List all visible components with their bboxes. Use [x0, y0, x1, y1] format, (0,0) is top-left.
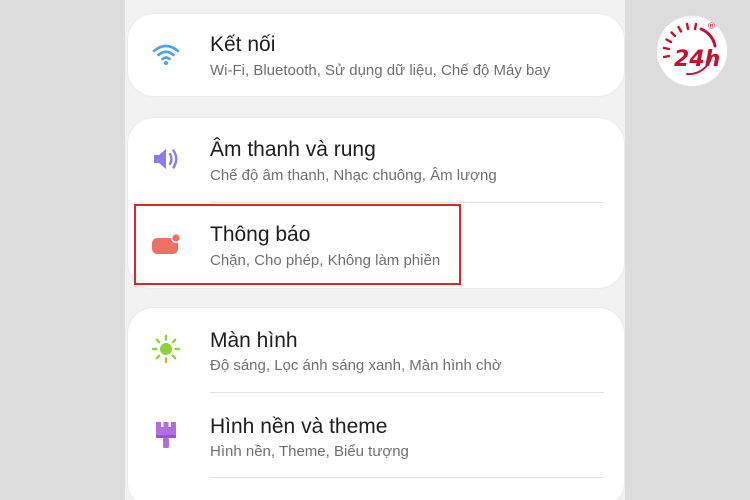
- logo-text: 24h: [674, 47, 720, 72]
- settings-item-subtitle: Độ sáng, Lọc ánh sáng xanh, Màn hình chờ: [210, 357, 502, 374]
- 24h-logo: 24h ®: [657, 16, 727, 86]
- settings-item-subtitle: Chặn, Cho phép, Không làm phiền: [210, 252, 441, 269]
- notification-badge-icon: [150, 229, 182, 261]
- paintbrush-icon: [150, 418, 182, 450]
- settings-card-connections: Kết nối Wi-Fi, Bluetooth, Sử dụng dữ liệ…: [128, 14, 624, 96]
- settings-screen: Kết nối Wi-Fi, Bluetooth, Sử dụng dữ liệ…: [125, 0, 625, 500]
- settings-item-connections[interactable]: Kết nối Wi-Fi, Bluetooth, Sử dụng dữ liệ…: [128, 14, 624, 96]
- speaker-icon: [150, 143, 182, 175]
- settings-card-sound-notifications: Âm thanh và rung Chế độ âm thanh, Nhạc c…: [128, 118, 624, 288]
- settings-item-title: Hình nền và theme: [210, 415, 388, 438]
- wifi-icon: [150, 38, 182, 70]
- sun-icon: [150, 333, 182, 365]
- divider: [210, 477, 604, 478]
- settings-item-display[interactable]: Màn hình Độ sáng, Lọc ánh sáng xanh, Màn…: [128, 308, 624, 393]
- settings-item-title: Thông báo: [210, 223, 311, 246]
- settings-item-sound[interactable]: Âm thanh và rung Chế độ âm thanh, Nhạc c…: [128, 118, 624, 203]
- 24h-logo-mark: 24h: [662, 22, 720, 76]
- settings-item-subtitle: Wi-Fi, Bluetooth, Sử dụng dữ liệu, Chế đ…: [210, 62, 551, 79]
- registered-mark: ®: [707, 22, 716, 32]
- settings-item-title: Màn hình: [210, 329, 298, 352]
- settings-item-subtitle: Hình nền, Theme, Biểu tượng: [210, 443, 409, 460]
- settings-item-subtitle: Chế độ âm thanh, Nhạc chuông, Âm lượng: [210, 167, 497, 184]
- settings-item-title: Âm thanh và rung: [210, 138, 376, 161]
- settings-item-notifications[interactable]: Thông báo Chặn, Cho phép, Không làm phiề…: [128, 203, 624, 288]
- settings-item-wallpaper[interactable]: Hình nền và theme Hình nền, Theme, Biểu …: [128, 393, 624, 478]
- settings-item-title: Kết nối: [210, 33, 276, 56]
- settings-card-display-wallpaper: Màn hình Độ sáng, Lọc ánh sáng xanh, Màn…: [128, 308, 624, 500]
